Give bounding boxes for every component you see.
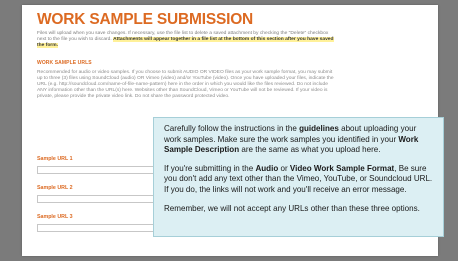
section-heading: WORK SAMPLE URLS [37,59,92,66]
intro-paragraph: Files will upload when you save changes.… [37,31,335,50]
sample-url-2-label: Sample URL 2 [37,185,73,191]
section-description: Recommended for audio or video samples. … [37,69,334,100]
callout-paragraph-1: Carefully follow the instructions in the… [164,124,433,156]
callout-paragraph-2: If you're submitting in the Audio or Vid… [164,164,433,196]
video-format-term: Video Work Sample Format [289,163,395,173]
callout-text: Carefully follow the instructions in the [164,124,300,133]
callout-paragraph-3: Remember, we will not accept any URLs ot… [164,203,420,213]
page-title: WORK SAMPLE SUBMISSION [37,11,254,28]
audio-term: Audio [255,163,279,173]
sample-url-3-label: Sample URL 3 [37,214,73,220]
callout-text: or [278,163,290,173]
sample-url-1-label: Sample URL 1 [37,156,73,162]
callout-text: are the same as what you upload here. [239,145,381,155]
guidelines-term: guidelines [299,124,339,133]
form-content: WORK SAMPLE SUBMISSION Files will upload… [37,11,335,101]
slide: { "form": { "title": "WORK SAMPLE SUBMIS… [0,0,458,261]
instruction-callout: Carefully follow the instructions in the… [153,117,444,237]
callout-text: If you're submitting in the [164,163,256,173]
